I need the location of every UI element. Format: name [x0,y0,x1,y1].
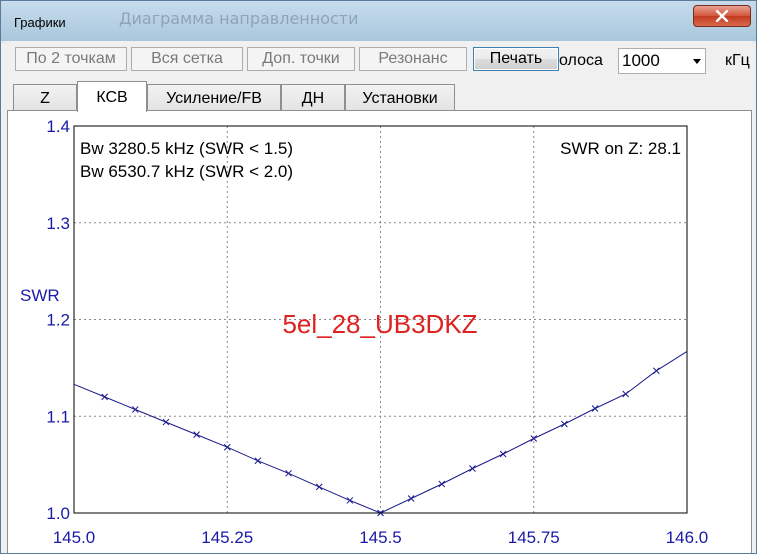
tab-pattern[interactable]: ДН [281,84,345,111]
swr-on-z-text: SWR on Z: 28.1 [560,139,681,158]
data-point-marker [285,469,292,477]
x-tick-label: 145.25 [201,528,253,547]
data-point-marker [622,390,630,398]
band-label: олоса [559,52,603,69]
y-tick-label: 1.0 [46,504,70,523]
title-bar[interactable]: Диаграмма направленности Графики [1,1,756,41]
print-button[interactable]: Печать [473,47,559,71]
swr-tab-panel: 1.0 1.1 1.2 1.3 1.4 145.0 145.25 145.5 145.75 146… [7,110,752,553]
tab-settings[interactable]: Установки [345,84,455,111]
close-icon [715,10,729,22]
data-point-marker [591,405,599,412]
data-point-marker [407,495,415,502]
antenna-name-label: 5el_28_UB3DKZ [282,309,477,339]
data-point-marker [469,465,476,472]
data-point-marker [315,483,323,491]
x-tick-label: 146.0 [666,528,709,547]
extra-points-button[interactable]: Доп. точки [247,47,355,71]
data-point-marker [652,367,660,375]
background-window-title: Диаграмма направленности [119,9,359,28]
tab-swr[interactable]: КСВ [77,81,147,112]
swr-chart: 1.0 1.1 1.2 1.3 1.4 145.0 145.25 145.5 145.75 146… [20,117,709,547]
x-tick-label: 145.5 [359,528,402,547]
x-tick-label: 145.75 [508,528,560,547]
unit-label: кГц [725,52,750,69]
y-tick-label: 1.3 [46,214,70,233]
band-select[interactable]: 1000 [618,48,706,74]
data-point-marker [131,406,139,413]
data-point-marker [223,443,231,451]
data-point-marker [499,450,507,458]
data-point-marker [193,431,200,438]
resonance-button[interactable]: Резонанс [359,47,467,71]
data-point-marker [162,418,170,426]
x-tick-label: 145.0 [53,528,96,547]
y-tick-label: 1.2 [46,311,70,330]
client-area: По 2 точкам Вся сетка Доп. точки Резонан… [7,41,752,553]
data-point-marker [438,480,446,488]
bandwidth-2-0-text: Bw 6530.7 kHz (SWR < 2.0) [80,162,293,181]
window-title: Графики [14,15,66,30]
band-select-value: 1000 [622,51,660,70]
y-axis-label: SWR [20,286,60,305]
graphs-window: Диаграмма направленности Графики По 2 то… [0,0,757,554]
y-tick-label: 1.1 [46,407,70,426]
data-point-marker [254,457,262,465]
data-point-marker [346,497,354,504]
tab-z[interactable]: Z [13,84,77,111]
whole-grid-button[interactable]: Вся сетка [131,47,243,71]
tab-gain-fb[interactable]: Усиление/FB [147,84,281,111]
y-tick-label: 1.4 [46,117,70,136]
close-button[interactable] [693,5,751,27]
two-points-button[interactable]: По 2 точкам [15,47,127,71]
data-point-marker [101,393,109,401]
data-point-marker [561,420,568,428]
chevron-down-icon[interactable] [693,59,701,64]
bandwidth-1-5-text: Bw 3280.5 kHz (SWR < 1.5) [80,139,293,158]
